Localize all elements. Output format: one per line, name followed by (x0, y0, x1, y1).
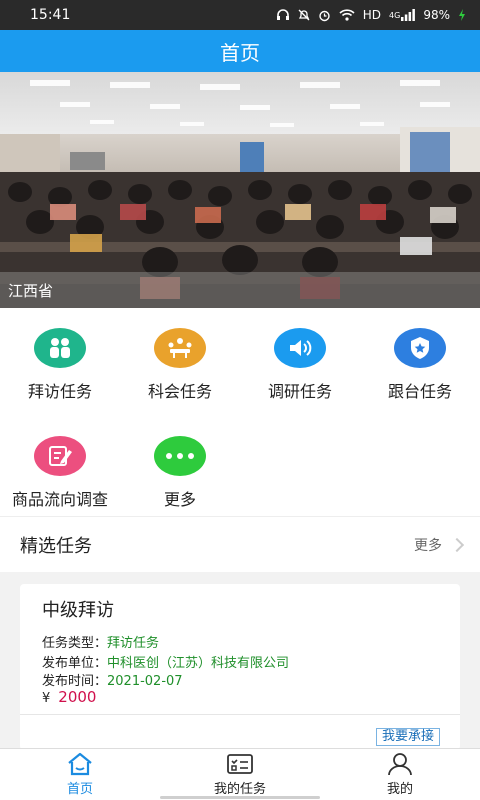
gesture-bar (160, 796, 320, 799)
tab-label: 首页 (66, 782, 93, 797)
tab-home[interactable]: 首页 (0, 749, 160, 800)
tab-label: 我的 (386, 782, 413, 797)
task-org-value: 中科医创（江苏）科技有限公司 (107, 656, 290, 671)
status-bar: 15:41 HD 4G 98% (0, 0, 480, 30)
task-type-row: 任务类型：拜访任务 (42, 636, 160, 651)
feature-label: 调研任务 (267, 382, 332, 401)
featured-title: 精选任务 (20, 535, 92, 557)
feature-label: 科会任务 (147, 382, 212, 401)
feature-more[interactable]: 更多 (120, 436, 240, 510)
edit-icon (34, 436, 86, 476)
feature-label: 商品流向调查 (11, 490, 108, 509)
more-dots-icon (154, 436, 206, 476)
feature-follow[interactable]: 跟台任务 (360, 328, 480, 402)
task-type-value: 拜访任务 (107, 636, 160, 651)
task-time-value: 2021-02-07 (107, 674, 183, 689)
user-icon (388, 753, 412, 776)
home-icon (68, 752, 92, 776)
accept-task-button[interactable]: 我要承接 (375, 728, 440, 746)
status-time: 15:41 (30, 7, 71, 23)
battery-label: 98% (423, 8, 450, 22)
feature-product-flow[interactable]: 商品流向调查 (0, 436, 120, 510)
wifi-icon (339, 9, 355, 21)
task-price: ¥2000 (42, 688, 96, 706)
title-bar: 首页 (0, 30, 480, 72)
bottom-tab-bar: 首页 我的任务 我的 (0, 748, 480, 800)
people-icon (34, 328, 86, 368)
chevron-right-icon (449, 537, 465, 552)
card-divider (20, 714, 460, 715)
bell-off-icon (298, 9, 310, 21)
tab-label: 我的任务 (213, 782, 266, 797)
alarm-icon (318, 9, 331, 22)
status-icons: HD 4G 98% (276, 8, 466, 22)
featured-more-link[interactable]: 更多 (414, 535, 465, 555)
feature-survey[interactable]: 调研任务 (240, 328, 360, 402)
tab-my-tasks[interactable]: 我的任务 (160, 749, 320, 800)
page-title: 首页 (220, 40, 260, 65)
featured-header: 精选任务 更多 (0, 516, 480, 572)
meeting-icon (154, 328, 206, 368)
network-label: HD (362, 8, 382, 22)
charging-icon (458, 9, 466, 21)
task-title: 中级拜访 (42, 600, 114, 621)
feature-grid: 拜访任务 科会任务 调研任务 跟台任务 商品流向调查 更多 (0, 308, 480, 516)
feature-label: 跟台任务 (387, 382, 452, 401)
task-org-row: 发布单位：中科医创（江苏）科技有限公司 (42, 656, 290, 671)
signal-icon: 4G (389, 9, 416, 21)
feature-label: 更多 (163, 490, 196, 509)
feature-visit[interactable]: 拜访任务 (0, 328, 120, 402)
banner-caption: 江西省 (0, 272, 480, 308)
tab-me[interactable]: 我的 (320, 749, 480, 800)
shield-star-icon (394, 328, 446, 368)
task-list-icon (227, 754, 253, 774)
task-time-row: 发布时间：2021-02-07 (42, 674, 183, 689)
task-card[interactable]: 中级拜访 任务类型：拜访任务 发布单位：中科医创（江苏）科技有限公司 发布时间：… (20, 584, 460, 750)
speaker-icon (274, 328, 326, 368)
feature-label: 拜访任务 (27, 382, 92, 401)
price-value: 2000 (58, 688, 97, 706)
currency-symbol: ¥ (42, 691, 51, 706)
feature-meeting[interactable]: 科会任务 (120, 328, 240, 402)
headphones-icon (276, 9, 290, 21)
